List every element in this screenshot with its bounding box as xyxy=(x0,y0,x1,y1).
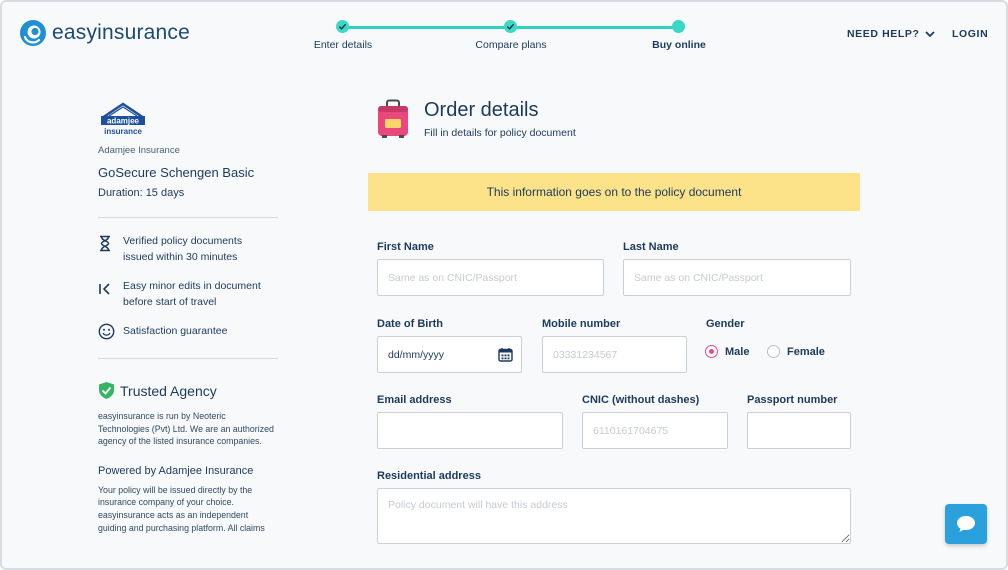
svg-text:insurance: insurance xyxy=(104,127,142,136)
dob-value: dd/mm/yyyy xyxy=(388,349,445,361)
feature-line: before start of travel xyxy=(123,296,217,308)
adamjee-insurance-logo: adamjee insurance xyxy=(101,102,145,136)
brand-name: easyinsurance xyxy=(52,21,191,44)
smiley-icon xyxy=(98,323,123,340)
step-line-2 xyxy=(512,26,678,29)
page-title: Order details xyxy=(424,99,539,121)
gender-male-label: Male xyxy=(725,345,750,358)
dob-label: Date of Birth xyxy=(377,318,443,330)
address-textarea[interactable] xyxy=(377,488,851,544)
step-dot-buy-online xyxy=(672,20,685,33)
feature-satisfaction: Satisfaction guarantee xyxy=(98,323,278,340)
dob-input[interactable]: dd/mm/yyyy xyxy=(377,336,522,373)
brand-logo[interactable]: easyinsurance xyxy=(19,19,190,47)
passport-label: Passport number xyxy=(747,394,838,406)
first-name-input[interactable] xyxy=(377,259,604,296)
suitcase-icon xyxy=(378,99,408,138)
trusted-agency-heading: Trusted Agency xyxy=(98,381,278,400)
check-icon xyxy=(338,23,347,30)
policy-notice-banner: This information goes on to the policy d… xyxy=(368,173,860,211)
chevron-down-icon xyxy=(924,30,935,37)
gender-male-radio[interactable]: Male xyxy=(705,345,749,358)
hourglass-icon xyxy=(98,233,123,252)
powered-by-text: Your policy will be issued directly by t… xyxy=(98,484,265,536)
trusted-agency-text: easyinsurance is run by Neoteric Technol… xyxy=(98,411,274,447)
mobile-label: Mobile number xyxy=(542,318,621,330)
sidebar-divider xyxy=(98,358,278,359)
chat-bubble-icon xyxy=(957,516,975,532)
need-help-menu[interactable]: NEED HELP? xyxy=(847,28,935,40)
step-label-compare-plans[interactable]: Compare plans xyxy=(475,39,546,51)
first-name-label: First Name xyxy=(377,241,434,253)
step-line-1 xyxy=(348,26,512,29)
gender-label: Gender xyxy=(706,318,745,330)
powered-by-title: Powered by Adamjee Insurance xyxy=(98,464,254,477)
shield-check-icon xyxy=(99,382,114,399)
step-label-enter-details[interactable]: Enter details xyxy=(314,39,372,51)
plan-duration: Duration: 15 days xyxy=(98,187,185,199)
insurer-name: Adamjee Insurance xyxy=(98,145,180,156)
plan-summary-sidebar: adamjee insurance Adamjee Insurance GoSe… xyxy=(98,102,278,536)
sidebar-divider xyxy=(98,217,278,218)
feature-line: Verified policy documents xyxy=(123,235,243,247)
chat-button[interactable] xyxy=(945,504,987,544)
login-link[interactable]: LOGIN xyxy=(952,28,988,40)
radio-unselected-indicator xyxy=(767,345,780,358)
feature-line: issued within 30 minutes xyxy=(123,251,238,263)
progress-stepper: Enter details Compare plans Buy online xyxy=(302,20,722,60)
feature-easy-edits: Easy minor edits in document before star… xyxy=(98,278,278,310)
feature-verified-docs: Verified policy documents issued within … xyxy=(98,233,278,265)
mobile-input[interactable] xyxy=(542,336,687,373)
step-label-buy-online: Buy online xyxy=(652,39,706,51)
email-input[interactable] xyxy=(377,412,563,449)
cnic-input[interactable] xyxy=(582,412,728,449)
svg-text:adamjee: adamjee xyxy=(107,117,140,126)
gender-female-label: Female xyxy=(787,345,825,358)
page: easyinsurance Enter details Compare plan… xyxy=(0,0,1008,570)
address-label: Residential address xyxy=(377,470,481,482)
step-dot-enter-details xyxy=(336,20,349,33)
edit-back-icon xyxy=(98,278,123,297)
plan-name: GoSecure Schengen Basic xyxy=(98,165,255,180)
radio-selected-indicator xyxy=(705,345,718,358)
cnic-label: CNIC (without dashes) xyxy=(582,394,700,406)
gender-female-radio[interactable]: Female xyxy=(767,345,825,358)
easyinsurance-logo-icon xyxy=(20,20,46,46)
step-dot-compare-plans xyxy=(504,20,517,33)
last-name-input[interactable] xyxy=(623,259,851,296)
feature-line: Satisfaction guarantee xyxy=(123,325,228,337)
check-icon xyxy=(506,23,515,30)
page-subtitle: Fill in details for policy document xyxy=(424,127,576,139)
trusted-agency-title: Trusted Agency xyxy=(120,382,217,399)
calendar-icon[interactable] xyxy=(498,347,513,362)
feature-line: Easy minor edits in document xyxy=(123,280,261,292)
email-label: Email address xyxy=(377,394,452,406)
passport-input[interactable] xyxy=(747,412,851,449)
need-help-label: NEED HELP? xyxy=(847,28,920,40)
last-name-label: Last Name xyxy=(623,241,679,253)
